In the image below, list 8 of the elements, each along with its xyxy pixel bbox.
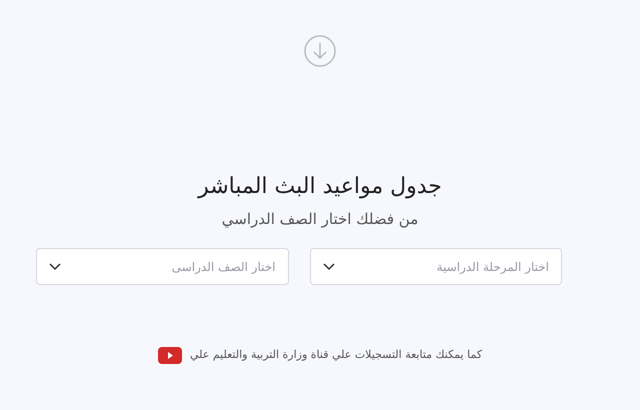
- footer-text: كما يمكنك متابعة التسجيلات علي قناة وزارة التربية والتعليم علي: [190, 347, 482, 364]
- video-play-icon[interactable]: [158, 347, 182, 364]
- chevron-down-icon: [322, 262, 334, 270]
- chevron-down-icon: [49, 262, 61, 270]
- dropdown-select[interactable]: اختار المرحلة الدراسية: [310, 248, 562, 285]
- page-title: جدول مواعيد البث المباشر: [198, 173, 442, 201]
- subtitle: من فضلك اختار الصف الدراسي: [222, 209, 418, 230]
- dropdown-select[interactable]: اختار الصف الدراسى: [36, 248, 288, 285]
